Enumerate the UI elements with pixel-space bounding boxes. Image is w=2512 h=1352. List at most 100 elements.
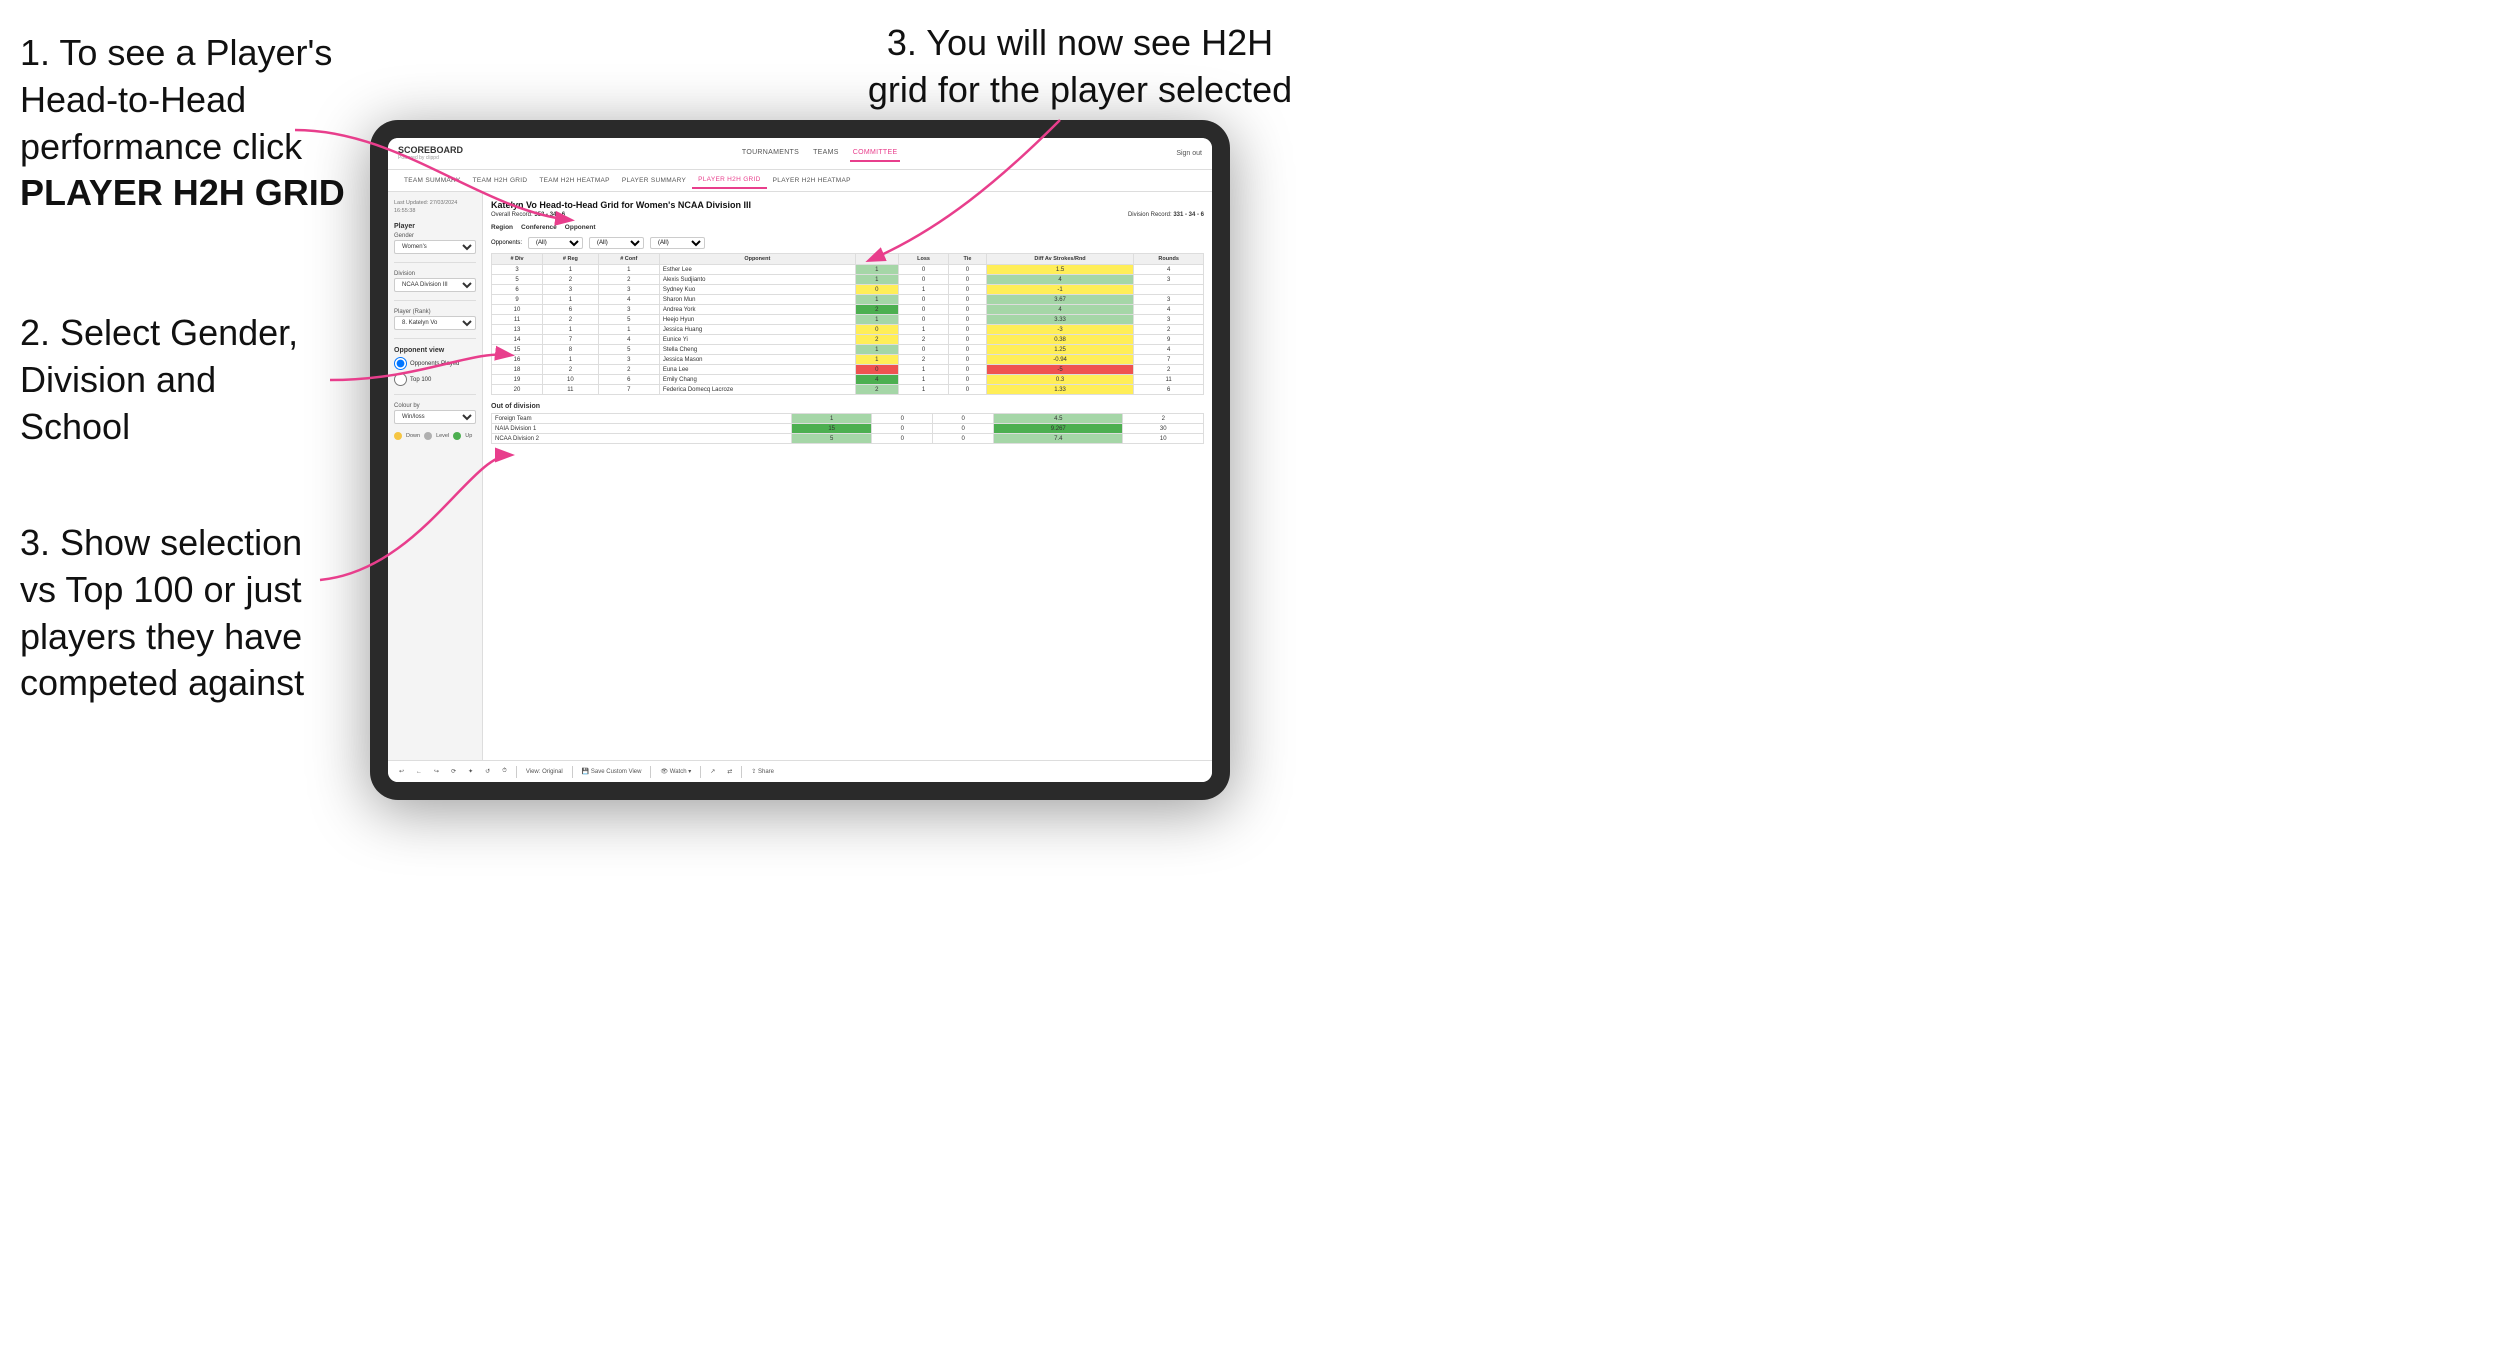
sidebar-player-rank-label: Player (Rank) [394, 309, 476, 315]
cell-div: 6 [492, 285, 543, 295]
cell-div: 10 [492, 305, 543, 315]
sidebar-colour-by-section: Colour by Win/loss [394, 403, 476, 424]
legend-label-down: Down [406, 433, 420, 439]
th-conf: # Conf [598, 254, 659, 265]
instructions-left: 1. To see a Player's Head-to-Head perfor… [0, 0, 380, 275]
cell-div: 16 [492, 355, 543, 365]
main-content: Last Updated: 27/03/2024 16:55:38 Player… [388, 192, 1212, 760]
cell-conf: 6 [598, 375, 659, 385]
toolbar-share-arrow[interactable]: ↗ [707, 767, 718, 776]
sidebar-opponent-view-label: Opponent view [394, 347, 476, 354]
cell-reg: 2 [543, 365, 599, 375]
cell-conf: 7 [598, 385, 659, 395]
radio-top-100[interactable]: Top 100 [394, 373, 476, 386]
sidebar-radio-group: Opponents Played Top 100 [394, 357, 476, 386]
cell-diff: 0.38 [986, 335, 1134, 345]
toolbar-sep-4 [700, 766, 701, 778]
h2h-table-header-row: # Div # Reg # Conf Opponent Win Loss Tie… [492, 254, 1204, 265]
cell-opponent: Federica Domecq Lacroze [659, 385, 855, 395]
cell-loss: 0 [898, 315, 948, 325]
cell-tie: 0 [949, 345, 987, 355]
sidebar-opponent-view-section: Opponent view Opponents Played Top 100 [394, 347, 476, 386]
radio-opponents-played[interactable]: Opponents Played [394, 357, 476, 370]
cell-tie: 0 [933, 434, 994, 444]
toolbar-timer[interactable]: ⏱ [499, 767, 510, 776]
subnav-player-h2h-grid[interactable]: PLAYER H2H GRID [692, 172, 767, 189]
cell-rounds: 4 [1134, 265, 1204, 275]
out-of-division-row: NAIA Division 1 15 0 0 9.267 30 [492, 424, 1204, 434]
subnav-player-summary[interactable]: PLAYER SUMMARY [616, 173, 692, 188]
table-row: 10 6 3 Andrea York 2 0 0 4 4 [492, 305, 1204, 315]
toolbar-swap[interactable]: ⇄ [724, 767, 735, 776]
sidebar-gender-section: Gender Women's [394, 233, 476, 254]
cell-tie: 0 [949, 365, 987, 375]
conference-filter-select[interactable]: (All) [589, 237, 644, 249]
cell-rounds: 2 [1134, 365, 1204, 375]
cell-tie: 0 [949, 335, 987, 345]
cell-win: 1 [855, 275, 898, 285]
toolbar-sep-2 [572, 766, 573, 778]
opponent-filter-group: Opponent [565, 224, 596, 233]
sidebar-player-rank-select[interactable]: 8. Katelyn Vo [394, 316, 476, 330]
cell-win: 0 [855, 285, 898, 295]
cell-tie: 0 [949, 375, 987, 385]
legend-dot-down [394, 432, 402, 440]
cell-tie: 0 [949, 295, 987, 305]
nav-sign-out[interactable]: Sign out [1176, 150, 1202, 157]
sidebar-colour-by-select[interactable]: Win/loss [394, 410, 476, 424]
colour-legend: Down Level Up [394, 432, 476, 440]
table-row: 5 2 2 Alexis Sudjianto 1 0 0 4 3 [492, 275, 1204, 285]
subnav-player-h2h-heatmap[interactable]: PLAYER H2H HEATMAP [767, 173, 857, 188]
th-rounds: Rounds [1134, 254, 1204, 265]
subnav-team-h2h-heatmap[interactable]: TEAM H2H HEATMAP [533, 173, 615, 188]
sidebar-division-section: Division NCAA Division III [394, 271, 476, 292]
cell-opponent: Esther Lee [659, 265, 855, 275]
opponent-header: Opponent [565, 224, 596, 231]
cell-diff: 1.25 [986, 345, 1134, 355]
sidebar-division-select[interactable]: NCAA Division III [394, 278, 476, 292]
nav-tournaments[interactable]: TOURNAMENTS [739, 145, 802, 162]
opponents-filter-select[interactable]: (All) [528, 237, 583, 249]
toolbar-refresh[interactable]: ⟳ [448, 767, 459, 776]
cell-win: 15 [791, 424, 871, 434]
cell-reg: 3 [543, 285, 599, 295]
toolbar-star[interactable]: ✦ [465, 767, 476, 776]
table-row: 16 1 3 Jessica Mason 1 2 0 -0.94 7 [492, 355, 1204, 365]
table-row: 11 2 5 Heejo Hyun 1 0 0 3.33 3 [492, 315, 1204, 325]
cell-reg: 11 [543, 385, 599, 395]
toolbar-view-original[interactable]: View: Original [523, 768, 566, 776]
cell-diff: 1.33 [986, 385, 1134, 395]
cell-rounds: 30 [1123, 424, 1204, 434]
subnav-team-summary[interactable]: TEAM SUMMARY [398, 173, 467, 188]
cell-div: 14 [492, 335, 543, 345]
cell-diff: 4 [986, 305, 1134, 315]
cell-rounds: 2 [1134, 325, 1204, 335]
sidebar-colour-by-label: Colour by [394, 403, 476, 409]
cell-loss: 0 [872, 424, 933, 434]
sidebar: Last Updated: 27/03/2024 16:55:38 Player… [388, 192, 483, 760]
cell-reg: 6 [543, 305, 599, 315]
toolbar-save-custom-view[interactable]: 💾 Save Custom View [579, 767, 645, 776]
cell-div: 13 [492, 325, 543, 335]
cell-win: 5 [791, 434, 871, 444]
sidebar-gender-select[interactable]: Women's [394, 240, 476, 254]
cell-rounds: 9 [1134, 335, 1204, 345]
cell-rounds [1134, 285, 1204, 295]
cell-rounds: 11 [1134, 375, 1204, 385]
table-row: 20 11 7 Federica Domecq Lacroze 2 1 0 1.… [492, 385, 1204, 395]
region-filter-select[interactable]: (All) [650, 237, 705, 249]
cell-win: 1 [855, 265, 898, 275]
subnav-team-h2h-grid[interactable]: TEAM H2H GRID [467, 173, 534, 188]
cell-win: 2 [855, 335, 898, 345]
toolbar-redo[interactable]: ↪ [431, 767, 442, 776]
toolbar-share[interactable]: ⇪ Share [748, 767, 777, 776]
cell-loss: 0 [872, 414, 933, 424]
toolbar-undo[interactable]: ↩ [396, 767, 407, 776]
cell-diff: 3.33 [986, 315, 1134, 325]
toolbar-back[interactable]: ← [413, 768, 425, 776]
toolbar-rotate[interactable]: ↺ [482, 767, 493, 776]
cell-diff: 4 [986, 275, 1134, 285]
nav-teams[interactable]: TEAMS [810, 145, 842, 162]
toolbar-watch[interactable]: 👁 Watch ▾ [657, 767, 694, 776]
nav-committee[interactable]: COMMITTEE [850, 145, 901, 162]
